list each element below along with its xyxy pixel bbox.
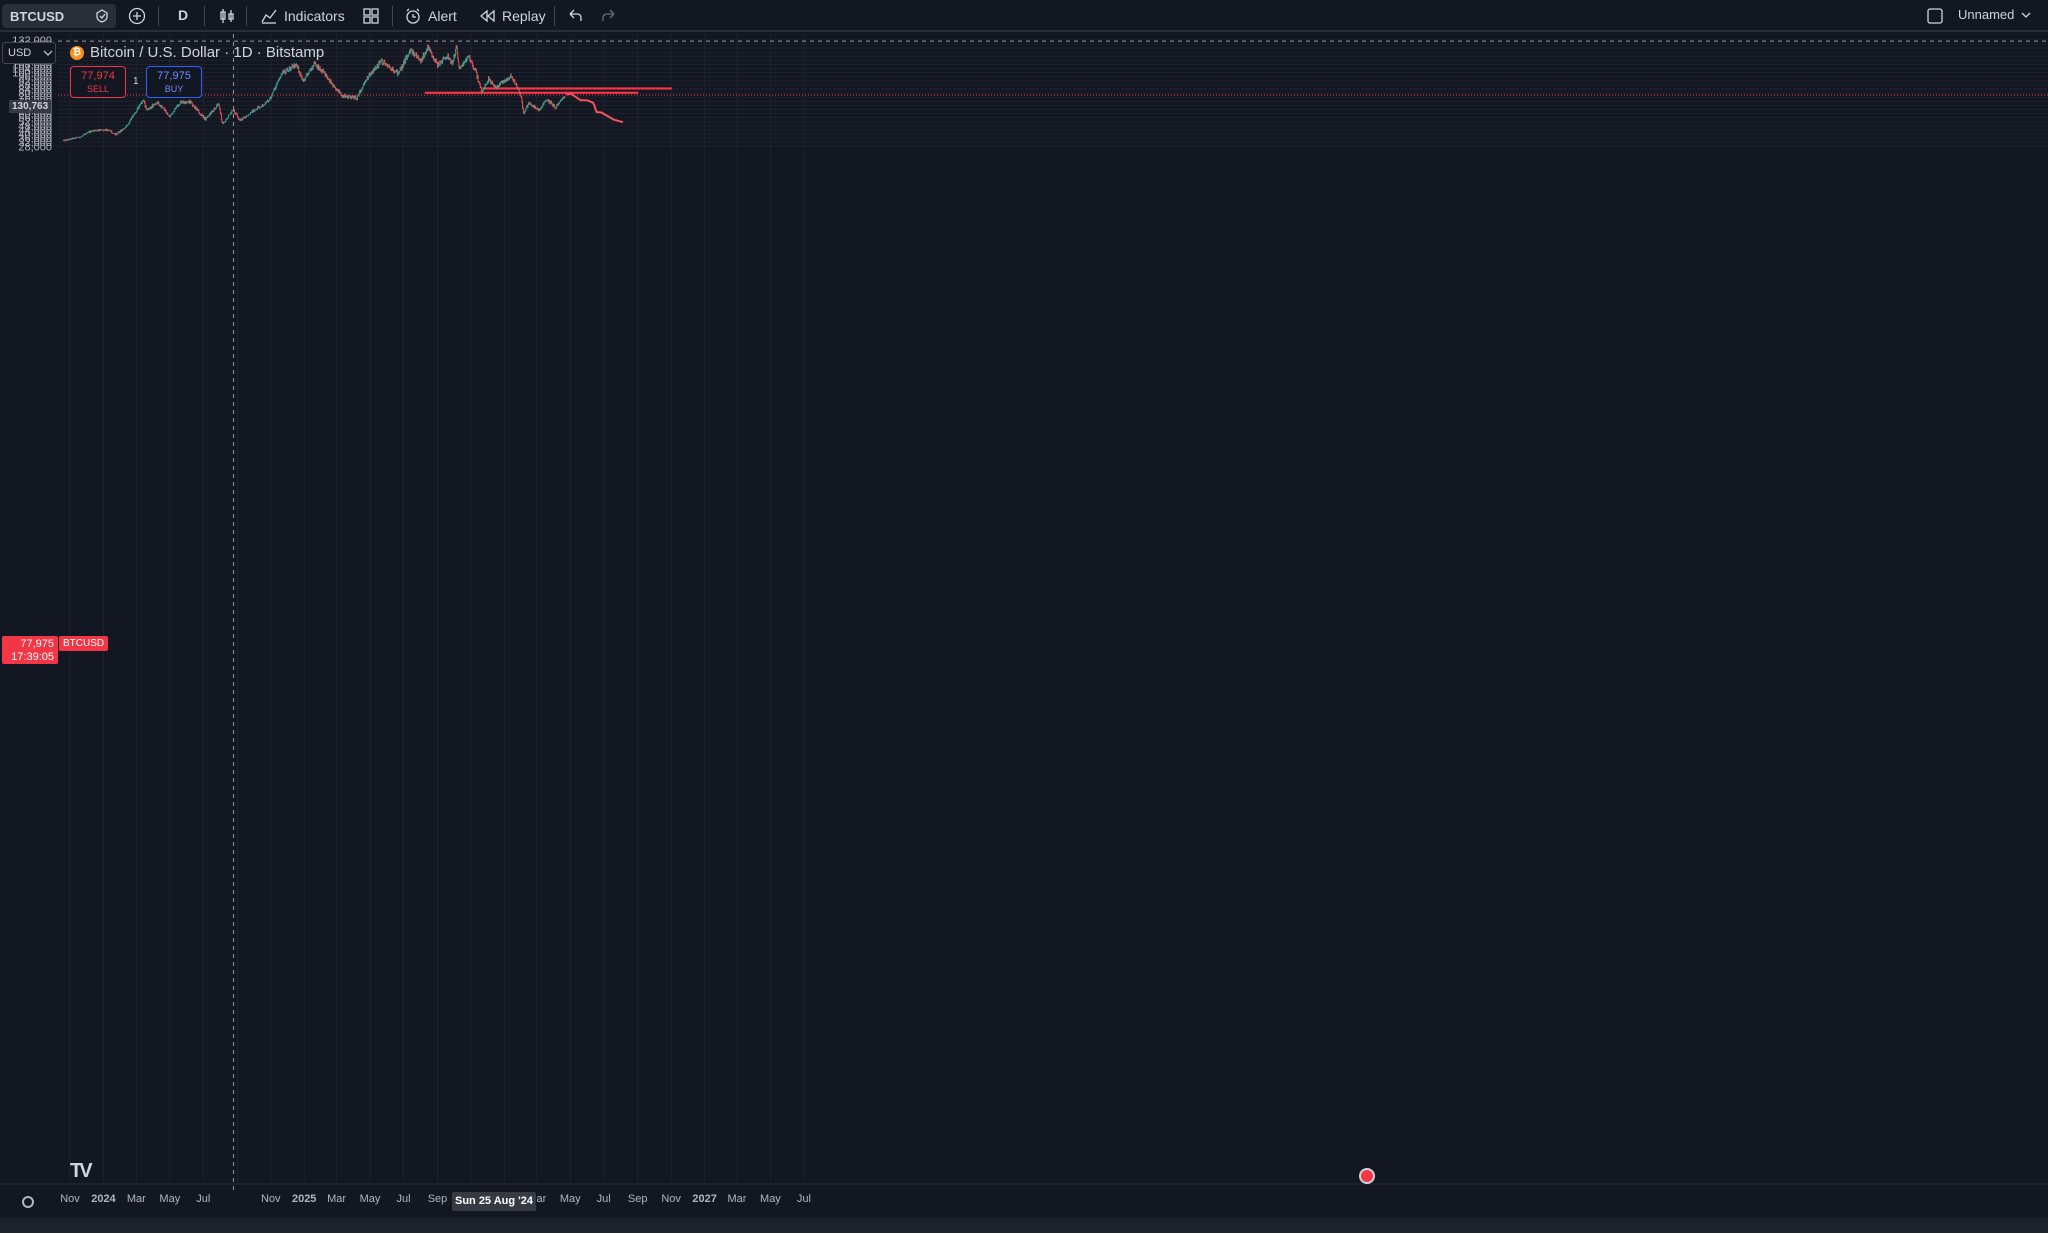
sell-button[interactable]: 77,974 SELL: [70, 66, 126, 98]
alarm-clock-icon: [406, 8, 420, 24]
time-tick-label: Jul: [196, 1193, 210, 1205]
price-chart[interactable]: 132,000128,000124,000120,000116,000112,0…: [0, 34, 2048, 1218]
top-toolbar: BTCUSD D Indicators Alert Replay Unnamed: [0, 0, 2048, 32]
time-tick-label: Jul: [797, 1193, 811, 1205]
time-tick-label: Sep: [428, 1193, 448, 1205]
chart-legend: ₿ Bitcoin / U.S. Dollar · 1D · Bitstamp: [70, 44, 324, 61]
layout-checkbox-icon[interactable]: [1926, 7, 1944, 25]
sell-price: 77,974: [81, 70, 115, 82]
chevron-down-icon[interactable]: [2020, 11, 2032, 21]
time-tick-label: May: [760, 1193, 781, 1205]
candles-chart-type-icon[interactable]: [218, 7, 236, 25]
redo-icon[interactable]: [600, 7, 618, 25]
time-axis: Nov 2024 Mar May Jul Nov 2025 Mar May Jul Sep Nov 20…: [60, 1193, 811, 1205]
bitcoin-logo-icon: ₿: [70, 45, 84, 60]
buy-price: 77,975: [157, 70, 191, 82]
time-tick-label: Mar: [327, 1193, 346, 1205]
crosshair-date-label: Sun 25 Aug '24: [452, 1192, 536, 1211]
time-tick-label: Nov: [261, 1193, 281, 1205]
resistance-zone-rectangle: [424, 91, 639, 94]
time-tick-label: Nov: [60, 1193, 80, 1205]
indicators-icon: [261, 9, 277, 24]
toolbar-divider: [246, 6, 247, 26]
interval-button[interactable]: D: [178, 7, 188, 23]
time-tick-label: Jul: [396, 1193, 410, 1205]
legend-title: Bitcoin / U.S. Dollar · 1D · Bitstamp: [90, 44, 325, 61]
spread-value: 1: [133, 76, 139, 87]
bottom-panel: [0, 1218, 2048, 1233]
time-tick-label: May: [560, 1193, 581, 1205]
last-price: 77,975: [20, 638, 54, 650]
buy-button[interactable]: 77,975 BUY: [146, 66, 202, 98]
symbol-label: BTCUSD: [10, 9, 65, 24]
crosshair-price-label: 130,763: [9, 100, 52, 113]
us-flag-event-icon[interactable]: [1359, 1168, 1375, 1184]
time-tick-label: Jul: [597, 1193, 611, 1205]
layout-name-button[interactable]: Unnamed: [1958, 7, 2014, 22]
toolbar-divider: [158, 6, 159, 26]
time-tick-label: 2027: [692, 1193, 716, 1205]
symbol-search-button[interactable]: BTCUSD: [2, 4, 116, 28]
toolbar-divider: [392, 6, 393, 26]
bar-countdown: 17:39:05: [11, 651, 54, 663]
time-tick-label: 2024: [91, 1193, 116, 1205]
chart-grid: [58, 34, 2048, 1182]
undo-icon[interactable]: [566, 7, 584, 25]
crosshair: [0, 34, 2048, 1190]
tradingview-logo[interactable]: TV: [70, 1160, 92, 1183]
time-tick-label: Nov: [661, 1193, 681, 1205]
buy-label: BUY: [164, 84, 184, 94]
toolbar-divider: [554, 6, 555, 26]
replay-button[interactable]: Replay: [478, 7, 546, 25]
toolbar-divider: [204, 6, 205, 26]
symbol-price-tag: BTCUSD: [59, 636, 109, 651]
time-tick-label: May: [360, 1193, 381, 1205]
sell-label: SELL: [86, 84, 110, 94]
resistance-zone-rectangle: [482, 87, 672, 90]
currency-label: USD: [8, 47, 32, 59]
time-tick-label: Sep: [628, 1193, 648, 1205]
time-tick-label: May: [159, 1193, 180, 1205]
price-tick-label: 28,000: [18, 141, 52, 153]
time-tick-label: Mar: [127, 1193, 146, 1205]
indicators-label: Indicators: [284, 8, 345, 24]
replay-icon: [479, 9, 495, 23]
templates-icon[interactable]: [362, 7, 380, 25]
last-price-label: 77,975 17:39:05: [2, 636, 58, 664]
time-tick-label: Mar: [727, 1193, 746, 1205]
compare-symbol-icon[interactable]: [128, 7, 146, 25]
favorite-icon[interactable]: [94, 8, 110, 24]
currency-selector[interactable]: USD: [2, 42, 56, 64]
time-zone-settings-icon[interactable]: [22, 1196, 34, 1208]
indicators-button[interactable]: Indicators: [260, 7, 345, 25]
time-tick-label: 2025: [292, 1193, 316, 1205]
alert-label: Alert: [428, 8, 457, 24]
replay-label: Replay: [502, 8, 546, 24]
alert-button[interactable]: Alert: [404, 7, 457, 25]
chevron-down-icon: [43, 50, 53, 56]
